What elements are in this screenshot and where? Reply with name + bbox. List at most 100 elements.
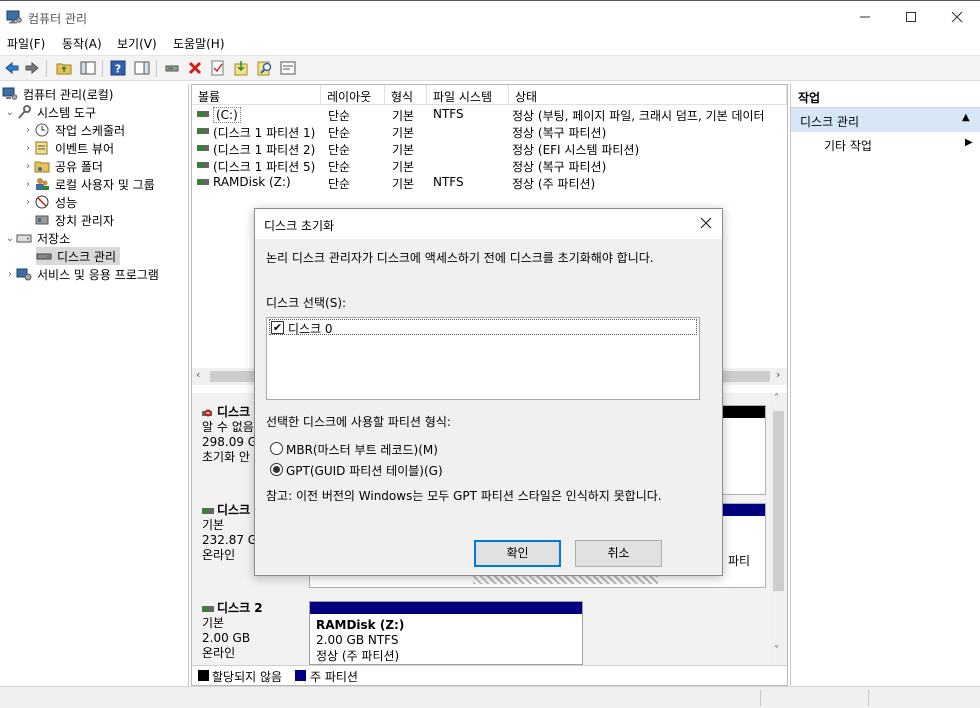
properties-icon[interactable] [280,60,296,76]
chevron-right-icon[interactable]: › [4,269,16,280]
toolbar-separator [102,60,103,77]
chevron-right-icon[interactable]: › [22,197,34,208]
action-section-disk-management[interactable]: 디스크 관리 ▲ [791,108,980,132]
disk-2-type: 기본 [202,616,225,630]
volume-icon [197,128,209,134]
disk-1-title: 디스크 [217,503,251,517]
tree-node-root[interactable]: 컴퓨터 관리(로컬) [2,85,113,103]
minimize-button[interactable] [842,1,888,33]
status-divider [868,690,869,706]
menu-file[interactable]: 파일(F) [7,35,45,52]
chevron-right-icon[interactable]: › [22,161,34,172]
table-row[interactable]: (디스크 1 파티션 1) 단순 기본 정상 (복구 파티션) [192,123,787,140]
volume-icon [197,162,209,168]
tree-label: 작업 스케줄러 [55,123,126,138]
chevron-right-icon[interactable]: › [22,143,34,154]
chevron-down-icon[interactable]: ⌄ [4,233,16,244]
tree-node-services[interactable]: › 서비스 및 응용 프로그램 [4,265,159,283]
action-section-label: 디스크 관리 [800,115,860,129]
disk-0-checkbox[interactable]: ✔ [271,321,284,334]
connect-icon[interactable] [164,60,180,76]
tree-node-disk-management[interactable]: 디스크 관리 [36,247,121,265]
scroll-left-icon[interactable]: ‹ [196,368,200,381]
status-bar [0,686,980,708]
table-row[interactable]: (디스크 1 파티션 5) 단순 기본 정상 (복구 파티션) [192,157,787,174]
tree-node-local-users[interactable]: › 로컬 사용자 및 그룹 [22,175,155,193]
tree-node-storage[interactable]: ⌄ 저장소 [4,229,70,247]
import-icon[interactable] [233,60,249,76]
volume-type: 기본 [392,109,415,123]
collapse-up-icon[interactable]: ▲ [962,112,970,123]
menu-view[interactable]: 보기(V) [117,35,157,52]
chevron-down-icon[interactable]: ⌄ [4,107,16,118]
maximize-button[interactable] [888,1,934,33]
ok-button[interactable]: 확인 [474,540,561,567]
help-icon[interactable]: ? [110,60,126,76]
dialog-close-button[interactable] [696,213,716,233]
action-pane: 작업 디스크 관리 ▲ 기타 작업 ▶ [790,84,980,686]
tree-node-shared-folders[interactable]: › 공유 폴더 [22,157,103,175]
up-folder-icon[interactable] [56,60,72,76]
search-icon[interactable] [257,60,273,76]
show-hide-tree-icon[interactable] [80,60,96,76]
gpt-option[interactable]: GPT(GUID 파티션 테이블)(G) [270,462,470,478]
scrollbar-thumb[interactable] [773,411,784,591]
column-header-layout[interactable]: 레이아웃 [321,85,385,105]
tree-node-event-viewer[interactable]: › 이벤트 뷰어 [22,139,114,157]
gpt-radio[interactable] [270,463,283,476]
scroll-down-icon[interactable]: ˅ [774,645,779,656]
partition-label: 파티 [728,554,751,568]
scroll-right-icon[interactable]: › [776,368,780,381]
chevron-right-icon[interactable]: › [22,125,34,136]
tree-node-task-scheduler[interactable]: › 작업 스케줄러 [22,121,125,139]
column-header-filesystem[interactable]: 파일 시스템 [427,85,509,105]
svg-text:?: ? [115,63,121,76]
vertical-scrollbar[interactable]: ˄ ˅ [770,393,787,663]
back-icon[interactable] [4,60,20,76]
show-action-pane-icon[interactable] [134,60,150,76]
disk-2-label[interactable]: 디스크 2 기본 2.00 GB 온라인 [192,601,302,665]
services-icon [16,268,32,281]
tree-label: 컴퓨터 관리(로컬) [23,87,114,102]
check-icon[interactable] [210,60,226,76]
menu-action[interactable]: 동작(A) [62,35,102,52]
partition-status: 정상 (주 파티션) [316,649,400,663]
volume-icon [197,145,209,151]
ramdisk-partition[interactable]: RAMDisk (Z:) 2.00 GB NTFS 정상 (주 파티션) [309,601,583,665]
volume-name: (디스크 1 파티션 1) [213,126,316,140]
tree-node-performance[interactable]: › 성능 [22,193,77,211]
table-row[interactable]: RAMDisk (Z:) 단순 기본 NTFS 정상 (주 파티션) [192,174,787,191]
action-more-label: 기타 작업 [824,139,872,153]
volume-name: (디스크 1 파티션 2) [213,143,316,157]
column-header-type[interactable]: 형식 [385,85,427,105]
disk-drive-icon [36,253,52,260]
cancel-button[interactable]: 취소 [575,540,662,567]
forward-icon[interactable] [24,60,40,76]
storage-icon [16,234,32,243]
disk-list-item[interactable]: ✔ 디스크 0 [269,319,697,336]
scroll-up-icon[interactable]: ˄ [774,393,779,404]
table-row[interactable]: (C:) 단순 기본 NTFS 정상 (부팅, 페이지 파일, 크래시 덤프, … [192,106,787,123]
disk-select-list[interactable]: ✔ 디스크 0 [266,317,700,400]
column-header-status[interactable]: 상태 [509,85,787,105]
column-header-volume[interactable]: 볼륨 [192,85,321,105]
menu-help[interactable]: 도움말(H) [173,35,225,52]
mbr-radio[interactable] [270,442,283,455]
tree-label: 로컬 사용자 및 그룹 [55,177,155,192]
delete-icon[interactable] [187,60,203,76]
action-more[interactable]: 기타 작업 ▶ [791,133,980,155]
initialize-disk-dialog: 디스크 초기화 논리 디스크 관리자가 디스크에 액세스하기 전에 디스크를 초… [254,208,723,576]
dialog-note: 참고: 이전 버전의 Windows는 모두 GPT 파티션 스타일은 인식하지… [266,489,662,503]
mbr-option[interactable]: MBR(마스터 부트 레코드)(M) [270,441,470,457]
volume-icon [197,111,209,117]
close-window-button[interactable] [934,1,980,33]
chevron-right-icon[interactable]: › [22,179,34,190]
performance-icon [35,195,49,209]
volume-type: 기본 [392,160,415,174]
toolbar: ? [0,55,980,81]
tree-node-system-tools[interactable]: ⌄ 시스템 도구 [4,103,96,121]
tree-node-device-manager[interactable]: 장치 관리자 [34,211,114,229]
table-row[interactable]: (디스크 1 파티션 2) 단순 기본 정상 (EFI 시스템 파티션) [192,140,787,157]
maximize-icon [906,12,916,22]
volume-status: 정상 (부팅, 페이지 파일, 크래시 덤프, 기본 데이터 [512,109,765,123]
